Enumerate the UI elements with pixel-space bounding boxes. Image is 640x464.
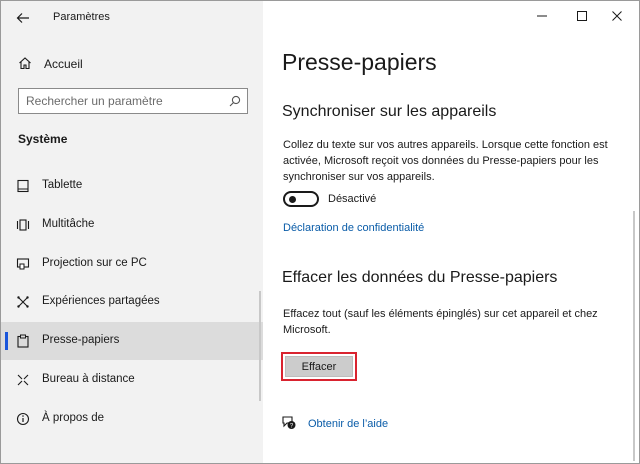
- info-icon: [16, 412, 30, 426]
- settings-window: Paramètres Accueil Système Tablette: [0, 0, 640, 464]
- active-indicator: [5, 332, 8, 350]
- sidebar-item-remote-desktop[interactable]: Bureau à distance: [1, 361, 263, 399]
- sync-description: Collez du texte sur vos autres appareils…: [283, 139, 608, 183]
- sidebar-item-label: Bureau à distance: [42, 373, 135, 385]
- privacy-link[interactable]: Déclaration de confidentialité: [283, 222, 424, 234]
- help-chat-icon: ?: [282, 416, 296, 430]
- toggle-knob: [289, 196, 296, 203]
- section-title: Système: [18, 132, 68, 146]
- sidebar-item-multitasking[interactable]: Multitâche: [1, 206, 263, 244]
- main-content: Presse-papiers Synchroniser sur les appa…: [263, 1, 639, 463]
- sidebar-item-label: Tablette: [42, 179, 83, 191]
- sidebar-item-tablet[interactable]: Tablette: [1, 167, 263, 205]
- clear-heading: Effacer les données du Presse-papiers: [282, 269, 558, 286]
- help-link[interactable]: Obtenir de l’aide: [308, 418, 388, 430]
- search-box[interactable]: [18, 88, 248, 114]
- remote-desktop-icon: [17, 374, 29, 386]
- toggle-state-label: Désactivé: [328, 193, 377, 205]
- clear-button[interactable]: Effacer: [285, 356, 353, 377]
- back-arrow-icon: [16, 13, 29, 23]
- sidebar-item-home[interactable]: Accueil: [1, 51, 263, 77]
- sync-heading: Synchroniser sur les appareils: [282, 103, 497, 120]
- clear-description: Effacez tout (sauf les éléments épinglés…: [283, 308, 598, 336]
- clipboard-icon: [17, 334, 29, 348]
- home-label: Accueil: [44, 57, 83, 71]
- search-input[interactable]: [26, 93, 221, 109]
- sidebar-item-shared-experiences[interactable]: Expériences partagées: [1, 283, 263, 321]
- search-icon[interactable]: [229, 95, 241, 107]
- page-title: Presse-papiers: [282, 49, 437, 75]
- sidebar-item-label: Presse-papiers: [42, 334, 120, 346]
- multitasking-icon: [16, 219, 30, 231]
- projection-icon: [16, 258, 30, 270]
- back-button[interactable]: [11, 7, 35, 29]
- main-scrollbar[interactable]: [633, 211, 635, 461]
- sidebar-item-projection[interactable]: Projection sur ce PC: [1, 245, 263, 283]
- sidebar-item-label: Expériences partagées: [42, 295, 160, 307]
- sidebar-item-about[interactable]: À propos de: [1, 400, 263, 438]
- home-icon: [19, 57, 31, 70]
- sidebar-scrollbar[interactable]: [259, 291, 261, 401]
- sidebar-item-clipboard[interactable]: Presse-papiers: [1, 322, 263, 360]
- sync-toggle[interactable]: [283, 191, 319, 207]
- sidebar-item-label: Multitâche: [42, 218, 95, 230]
- tablet-icon: [17, 179, 29, 193]
- sidebar-item-label: Projection sur ce PC: [42, 257, 147, 269]
- shared-experiences-icon: [17, 296, 29, 308]
- app-title: Paramètres: [53, 11, 110, 23]
- sidebar-item-label: À propos de: [42, 412, 105, 424]
- clear-button-highlight: Effacer: [281, 352, 357, 381]
- sidebar: Paramètres Accueil Système Tablette: [1, 1, 263, 463]
